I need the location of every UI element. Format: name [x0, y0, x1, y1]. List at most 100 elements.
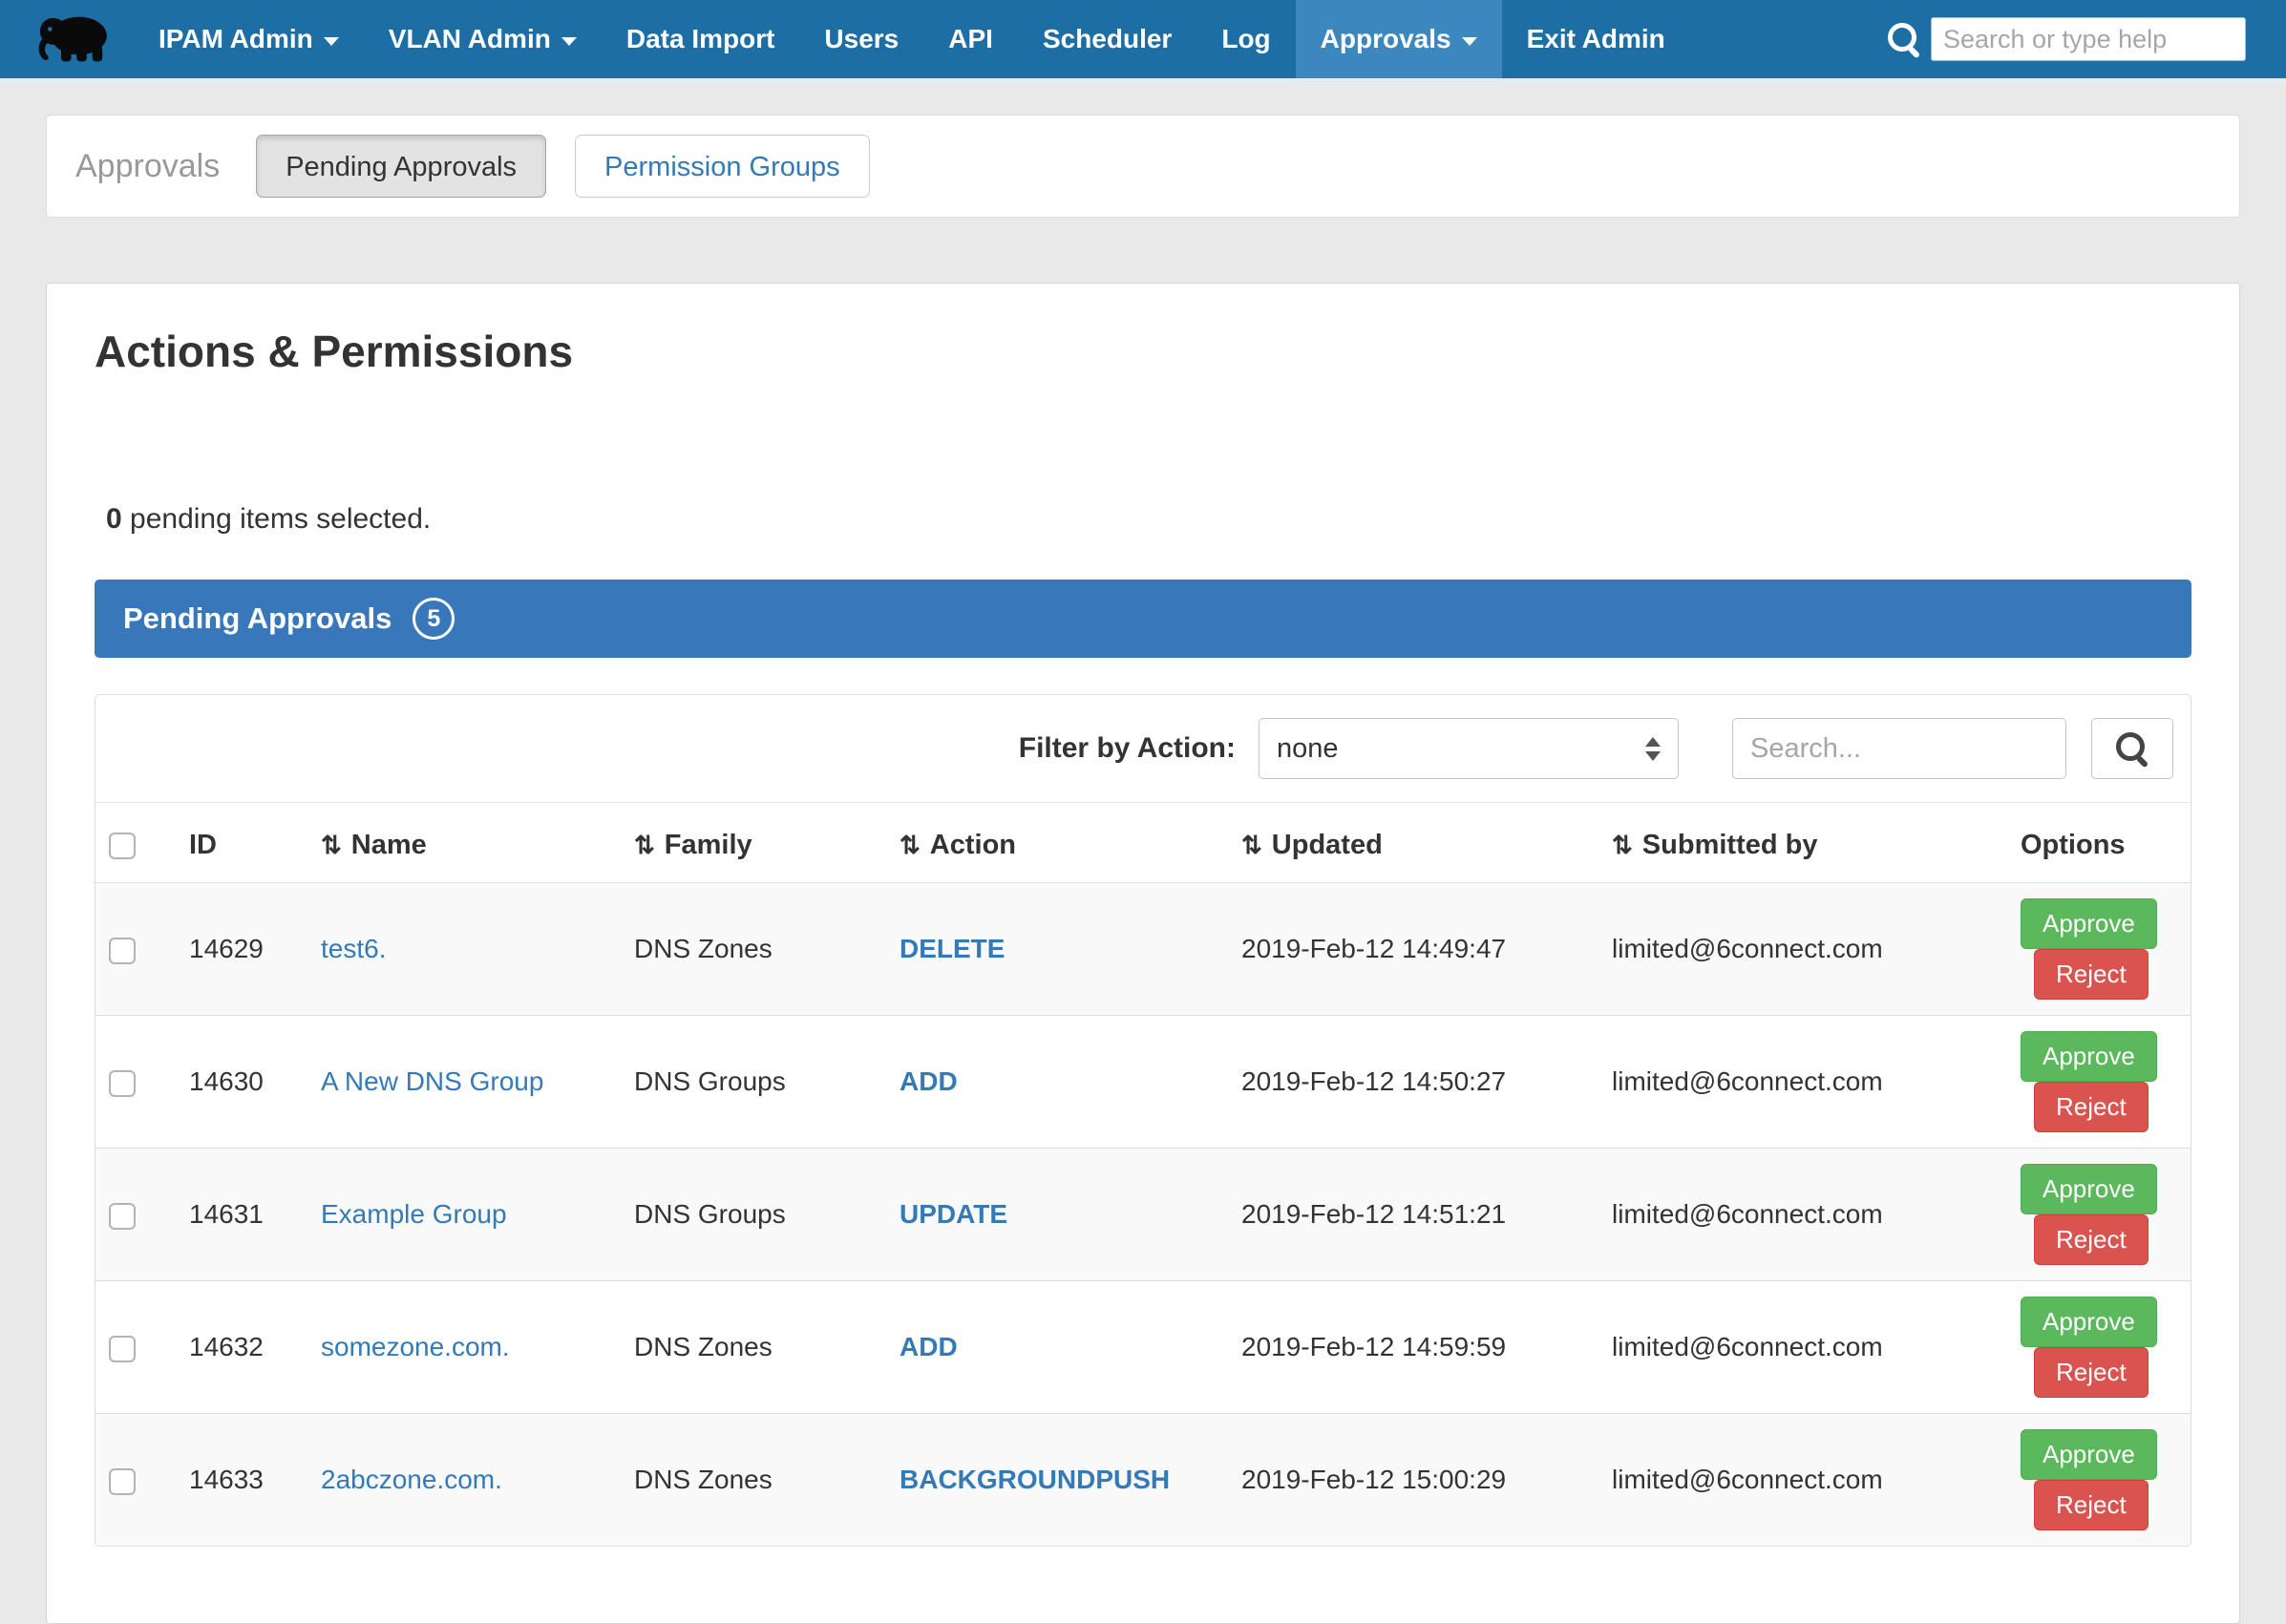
row-checkbox[interactable] — [109, 1468, 136, 1495]
select-all-checkbox[interactable] — [109, 833, 136, 859]
col-family[interactable]: ⇅Family — [621, 803, 886, 883]
tab-pending-approvals[interactable]: Pending Approvals — [256, 135, 546, 198]
panel-title: Pending Approvals — [123, 601, 392, 636]
approve-button[interactable]: Approve — [2021, 1297, 2157, 1347]
approve-button[interactable]: Approve — [2021, 1031, 2157, 1082]
reject-button[interactable]: Reject — [2034, 949, 2148, 1000]
cell-id: 14632 — [176, 1281, 307, 1414]
row-name-link[interactable]: Example Group — [321, 1199, 507, 1229]
nav-ipam-admin[interactable]: IPAM Admin — [134, 0, 364, 78]
nav-exit-admin[interactable]: Exit Admin — [1502, 0, 1690, 78]
col-options: Options — [2007, 803, 2191, 883]
col-updated[interactable]: ⇅Updated — [1228, 803, 1598, 883]
search-icon[interactable] — [1887, 22, 1921, 56]
cell-updated: 2019-Feb-12 14:50:27 — [1228, 1016, 1598, 1149]
selected-count-text: 0 pending items selected. — [106, 503, 2191, 536]
cell-updated: 2019-Feb-12 14:51:21 — [1228, 1149, 1598, 1281]
main-nav: IPAM Admin VLAN Admin Data Import Users … — [134, 0, 1690, 78]
cell-options: ApproveReject — [2007, 1016, 2191, 1149]
approve-button[interactable]: Approve — [2021, 1429, 2157, 1480]
cell-options: ApproveReject — [2007, 1149, 2191, 1281]
cell-family: DNS Zones — [621, 883, 886, 1016]
cell-id: 14629 — [176, 883, 307, 1016]
reject-button[interactable]: Reject — [2034, 1480, 2148, 1530]
cell-action: ADD — [886, 1281, 1228, 1414]
global-search — [1887, 0, 2286, 78]
cell-id: 14633 — [176, 1414, 307, 1547]
cell-id: 14631 — [176, 1149, 307, 1281]
cell-submitted-by: limited@6connect.com — [1598, 1016, 2007, 1149]
caret-down-icon — [1462, 37, 1477, 46]
nav-vlan-admin[interactable]: VLAN Admin — [364, 0, 602, 78]
pending-approvals-table: ID ⇅Name ⇅Family ⇅Action ⇅Updated ⇅Submi… — [95, 803, 2191, 1546]
elephant-icon — [32, 12, 116, 66]
row-checkbox[interactable] — [109, 1336, 136, 1362]
pending-approvals-panel-heading: Pending Approvals 5 — [95, 580, 2191, 658]
page-title: Approvals — [75, 148, 220, 185]
table-header-row: ID ⇅Name ⇅Family ⇅Action ⇅Updated ⇅Submi… — [95, 803, 2191, 883]
cell-family: DNS Groups — [621, 1016, 886, 1149]
col-action[interactable]: ⇅Action — [886, 803, 1228, 883]
action-filter-select[interactable]: none — [1259, 718, 1679, 779]
table-row: 14632 somezone.com. DNS Zones ADD 2019-F… — [95, 1281, 2191, 1414]
nav-api[interactable]: API — [923, 0, 1018, 78]
row-name-link[interactable]: A New DNS Group — [321, 1066, 543, 1096]
cell-options: ApproveReject — [2007, 883, 2191, 1016]
col-name[interactable]: ⇅Name — [307, 803, 621, 883]
caret-down-icon — [561, 37, 577, 46]
nav-users[interactable]: Users — [799, 0, 923, 78]
cell-action: DELETE — [886, 883, 1228, 1016]
reject-button[interactable]: Reject — [2034, 1214, 2148, 1265]
provision-logo[interactable] — [0, 0, 134, 78]
pending-count-badge: 5 — [413, 598, 455, 640]
pending-approvals-panel: Filter by Action: none ID — [95, 694, 2191, 1547]
reject-button[interactable]: Reject — [2034, 1082, 2148, 1132]
cell-submitted-by: limited@6connect.com — [1598, 1414, 2007, 1547]
global-search-input[interactable] — [1931, 17, 2246, 61]
cell-family: DNS Zones — [621, 1281, 886, 1414]
selected-filter-value: none — [1277, 733, 1339, 765]
sort-icon: ⇅ — [1241, 831, 1262, 859]
approvals-subheader: Approvals Pending Approvals Permission G… — [46, 115, 2240, 218]
nav-scheduler[interactable]: Scheduler — [1018, 0, 1196, 78]
row-name-link[interactable]: test6. — [321, 934, 386, 963]
cell-family: DNS Zones — [621, 1414, 886, 1547]
section-title: Actions & Permissions — [95, 326, 2191, 377]
cell-updated: 2019-Feb-12 14:49:47 — [1228, 883, 1598, 1016]
sort-icon: ⇅ — [1612, 831, 1633, 859]
row-checkbox[interactable] — [109, 938, 136, 964]
cell-updated: 2019-Feb-12 15:00:29 — [1228, 1414, 1598, 1547]
nav-log[interactable]: Log — [1196, 0, 1295, 78]
row-checkbox[interactable] — [109, 1070, 136, 1097]
actions-permissions-card: Actions & Permissions 0 pending items se… — [46, 283, 2240, 1624]
sort-icon: ⇅ — [634, 831, 655, 859]
cell-action: UPDATE — [886, 1149, 1228, 1281]
select-arrows-icon — [1645, 737, 1661, 761]
reject-button[interactable]: Reject — [2034, 1347, 2148, 1398]
row-name-link[interactable]: somezone.com. — [321, 1332, 510, 1361]
caret-down-icon — [324, 37, 339, 46]
col-submitted-by[interactable]: ⇅Submitted by — [1598, 803, 2007, 883]
tab-permission-groups[interactable]: Permission Groups — [575, 135, 870, 198]
approve-button[interactable]: Approve — [2021, 1164, 2157, 1214]
cell-id: 14630 — [176, 1016, 307, 1149]
approve-button[interactable]: Approve — [2021, 898, 2157, 949]
col-id: ID — [176, 803, 307, 883]
cell-updated: 2019-Feb-12 14:59:59 — [1228, 1281, 1598, 1414]
table-search-button[interactable] — [2091, 718, 2173, 779]
nav-approvals[interactable]: Approvals — [1296, 0, 1502, 78]
row-name-link[interactable]: 2abczone.com. — [321, 1465, 502, 1494]
filter-by-action-label: Filter by Action: — [1019, 732, 1236, 765]
select-all-cell — [95, 803, 176, 883]
table-toolbar: Filter by Action: none — [95, 695, 2191, 803]
table-search-input[interactable] — [1732, 718, 2066, 779]
sort-icon: ⇅ — [900, 831, 921, 859]
nav-data-import[interactable]: Data Import — [602, 0, 800, 78]
row-checkbox[interactable] — [109, 1203, 136, 1230]
selected-count: 0 — [106, 503, 122, 535]
cell-family: DNS Groups — [621, 1149, 886, 1281]
cell-submitted-by: limited@6connect.com — [1598, 1149, 2007, 1281]
table-row: 14629 test6. DNS Zones DELETE 2019-Feb-1… — [95, 883, 2191, 1016]
cell-action: BACKGROUNDPUSH — [886, 1414, 1228, 1547]
cell-action: ADD — [886, 1016, 1228, 1149]
